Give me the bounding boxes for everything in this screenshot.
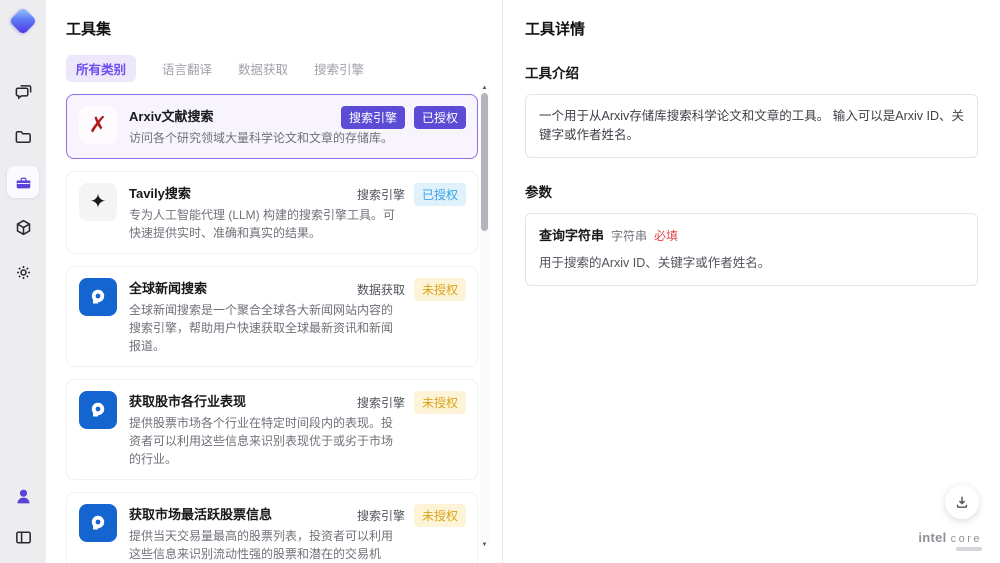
intel-brand-text: intel: [918, 530, 947, 545]
auth-status-badge: 未授权: [413, 391, 466, 414]
download-icon: [956, 496, 968, 508]
param-desc: 用于搜索的Arxiv ID、关键字或作者姓名。: [539, 256, 771, 270]
stock-sector-icon: [79, 391, 117, 429]
tavily-star-icon: ✦: [79, 183, 117, 221]
tab-all-categories[interactable]: 所有类别: [66, 55, 137, 82]
panel-toggle-icon: [15, 531, 31, 543]
tab-search-engine[interactable]: 搜索引擎: [314, 59, 364, 78]
cube-icon: [16, 219, 30, 235]
auth-status-badge: 已授权: [413, 106, 466, 129]
sidebar-item-panel-toggle[interactable]: [7, 521, 39, 553]
param-type: 字符串: [611, 228, 648, 243]
chat-icon: [15, 84, 31, 100]
params-heading: 参数: [525, 184, 552, 200]
star-glyph: ✦: [89, 191, 107, 213]
sidebar-item-settings[interactable]: [7, 256, 39, 288]
settings-icon: [16, 265, 30, 279]
auth-status-badge: 未授权: [413, 278, 466, 301]
category-badge: 搜索引擎: [356, 188, 405, 202]
scrollbar-thumb[interactable]: [481, 93, 488, 231]
news-globe-glyph: [91, 515, 105, 530]
tab-data-acquisition[interactable]: 数据获取: [238, 59, 288, 78]
tool-badges: 数据获取 未授权: [357, 278, 466, 301]
page-title: 工具集: [66, 21, 112, 38]
icon-rail: [0, 0, 46, 563]
auth-status-badge: 未授权: [413, 504, 466, 527]
news-globe-glyph: [91, 289, 105, 304]
tool-list-panel: 工具集 所有类别 语言翻译 数据获取 搜索引擎 ✗ Arxiv文献搜索 访问各个…: [46, 0, 502, 563]
list-scrollbar[interactable]: ▲ ▼: [480, 84, 489, 549]
param-required-flag: 必填: [654, 228, 679, 243]
arxiv-icon: ✗: [79, 106, 117, 144]
detail-title: 工具详情: [525, 21, 586, 38]
sidebar-item-tools[interactable]: [7, 166, 39, 198]
tool-detail-panel: 工具详情 工具介绍 一个用于从Arxiv存储库搜索科学论文和文章的工具。 输入可…: [503, 0, 1000, 563]
tool-list: ✗ Arxiv文献搜索 访问各个研究领域大量科学论文和文章的存储库。 搜索引擎 …: [66, 94, 478, 563]
tool-desc: 访问各个研究领域大量科学论文和文章的存储库。: [129, 131, 394, 145]
tool-badges: 搜索引擎 未授权: [357, 504, 466, 527]
rail-bottom: [7, 480, 39, 553]
tool-badges: 搜索引擎 已授权: [340, 106, 466, 129]
category-badge: 搜索引擎: [356, 509, 405, 523]
param-name: 查询字符串: [539, 227, 605, 243]
download-button[interactable]: [945, 485, 979, 519]
intel-core-text: intel core: [918, 530, 982, 545]
category-tabs: 所有类别 语言翻译 数据获取 搜索引擎: [66, 55, 502, 82]
intro-heading: 工具介绍: [525, 66, 579, 81]
toolbox-icon: [16, 177, 30, 188]
tool-desc: 专为人工智能代理 (LLM) 构建的搜索引擎工具。可快速提供实时、准确和真实的结…: [129, 208, 396, 240]
intel-core-logo: intel core: [918, 530, 982, 551]
scroll-down-icon[interactable]: ▼: [480, 541, 489, 549]
sidebar-item-account[interactable]: [7, 480, 39, 512]
app-window: 工具集 所有类别 语言翻译 数据获取 搜索引擎 ✗ Arxiv文献搜索 访问各个…: [0, 0, 1000, 563]
sidebar-item-chat[interactable]: [7, 76, 39, 108]
tab-language-translation[interactable]: 语言翻译: [162, 59, 212, 78]
category-badge: 搜索引擎: [356, 396, 405, 410]
tool-card-stock-sectors[interactable]: 获取股市各行业表现 提供股票市场各个行业在特定时间段内的表现。投资者可以利用这些…: [66, 379, 478, 480]
gem-logo-icon: [8, 6, 38, 36]
category-badge: 数据获取: [356, 283, 405, 297]
param-head: 查询字符串 字符串 必填: [539, 226, 964, 246]
news-globe-icon: [79, 278, 117, 316]
folder-icon: [15, 130, 31, 143]
intel-series-text: core: [950, 533, 982, 545]
user-icon: [16, 489, 30, 503]
sidebar-item-files[interactable]: [7, 121, 39, 153]
scroll-up-icon[interactable]: ▲: [480, 84, 489, 92]
rail-nav: [7, 76, 39, 288]
param-box: 查询字符串 字符串 必填 用于搜索的Arxiv ID、关键字或作者姓名。: [525, 212, 978, 286]
tool-card-tavily[interactable]: ✦ Tavily搜索 专为人工智能代理 (LLM) 构建的搜索引擎工具。可快速提…: [66, 171, 478, 254]
intro-box: 一个用于从Arxiv存储库搜索科学论文和文章的工具。 输入可以是Arxiv ID…: [525, 94, 978, 158]
tool-badges: 搜索引擎 未授权: [357, 391, 466, 414]
tool-desc: 全球新闻搜索是一个聚合全球各大新闻网站内容的搜索引擎，帮助用户快速获取全球最新资…: [129, 303, 394, 353]
tool-badges: 搜索引擎 已授权: [357, 183, 466, 206]
arxiv-x-glyph: ✗: [88, 112, 108, 137]
news-globe-glyph: [91, 402, 105, 417]
category-badge: 搜索引擎: [340, 106, 405, 129]
tool-desc: 提供股票市场各个行业在特定时间段内的表现。投资者可以利用这些信息来识别表现优于或…: [129, 416, 394, 466]
auth-status-badge: 已授权: [413, 183, 466, 206]
tool-card-arxiv[interactable]: ✗ Arxiv文献搜索 访问各个研究领域大量科学论文和文章的存储库。 搜索引擎 …: [66, 94, 478, 159]
active-stock-icon: [79, 504, 117, 542]
tool-card-active-stocks[interactable]: 获取市场最活跃股票信息 提供当天交易量最高的股票列表，投资者可以利用这些信息来识…: [66, 492, 478, 563]
tool-card-global-news[interactable]: 全球新闻搜索 全球新闻搜索是一个聚合全球各大新闻网站内容的搜索引擎，帮助用户快速…: [66, 266, 478, 367]
sidebar-item-models[interactable]: [7, 211, 39, 243]
intel-sub-badge: [956, 547, 982, 551]
tool-desc: 提供当天交易量最高的股票列表，投资者可以利用这些信息来识别流动性强的股票和潜在的…: [129, 529, 394, 561]
app-logo: [8, 6, 38, 36]
